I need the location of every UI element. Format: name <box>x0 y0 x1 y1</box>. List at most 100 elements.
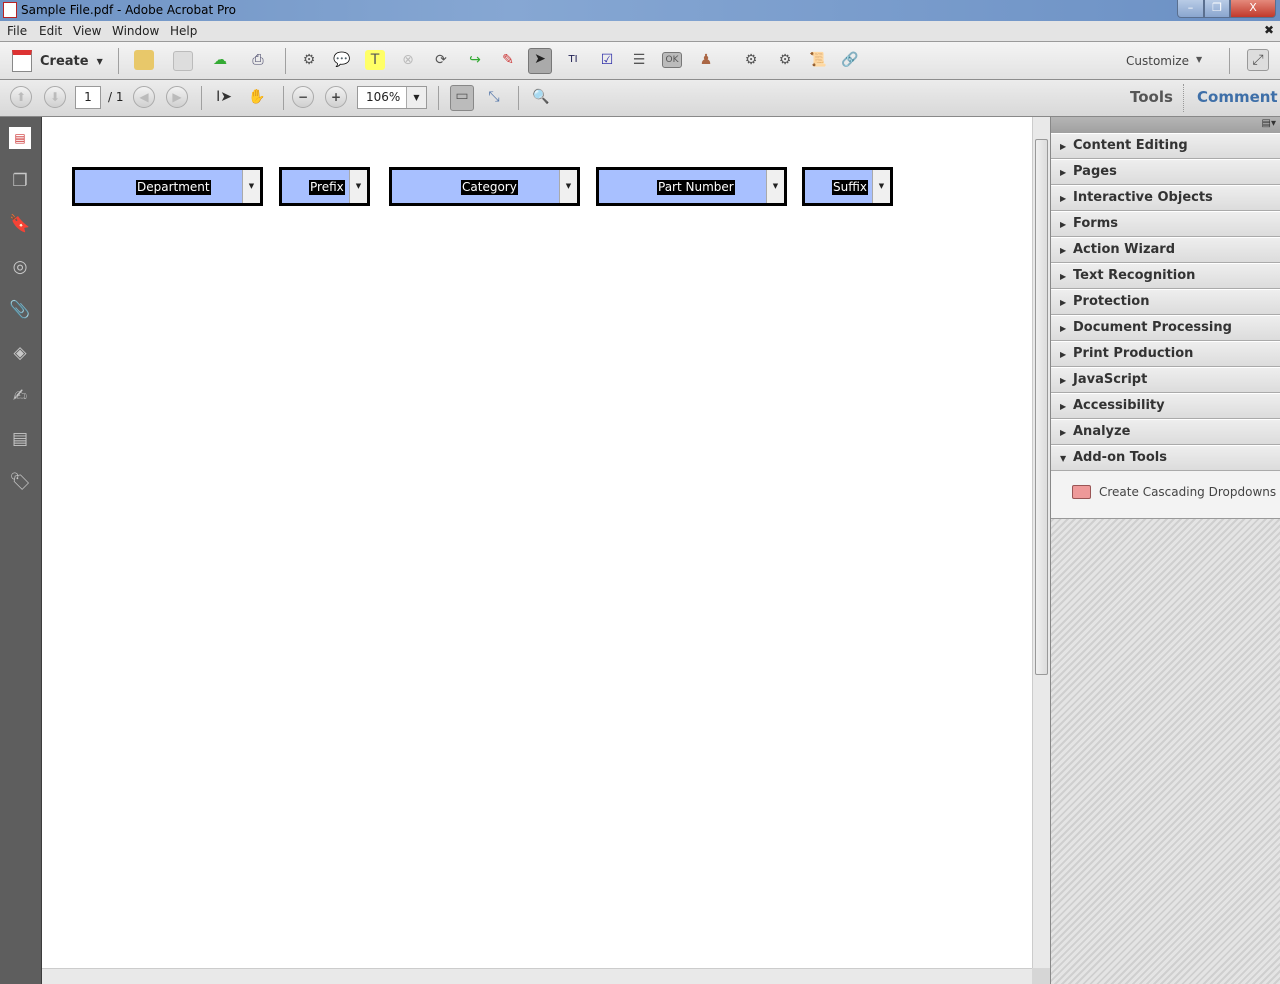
form-settings-icon[interactable]: ⚙ <box>741 50 761 70</box>
scrollbar-thumb[interactable] <box>1035 139 1048 675</box>
text-field-icon[interactable]: TI <box>563 50 583 70</box>
chevron-down-icon[interactable]: ▼ <box>872 170 890 203</box>
zoom-in-icon[interactable]: + <box>325 86 347 108</box>
dropdown-department[interactable]: Department ▼ <box>72 167 263 206</box>
hand-icon[interactable]: ✋ <box>247 87 267 107</box>
signatures-icon[interactable]: ◎ <box>9 256 31 278</box>
customize-button[interactable]: Customize <box>1126 54 1189 68</box>
chevron-down-icon[interactable]: ▼ <box>766 170 784 203</box>
edit-form-icon[interactable]: ✎ <box>498 50 518 70</box>
section-text-recognition[interactable]: ▶ Text Recognition <box>1051 263 1280 289</box>
section-analyze[interactable]: ▶ Analyze <box>1051 419 1280 445</box>
stamp-icon[interactable]: ♟ <box>696 50 716 70</box>
section-javascript[interactable]: ▶ JavaScript <box>1051 367 1280 393</box>
list-box-icon[interactable]: ☰ <box>629 50 649 70</box>
menu-window[interactable]: Window <box>112 24 159 38</box>
dropdown-category[interactable]: Category ▼ <box>389 167 580 206</box>
section-interactive-objects[interactable]: ▶ Interactive Objects <box>1051 185 1280 211</box>
link-icon[interactable]: 🔗 <box>840 50 860 70</box>
section-protection[interactable]: ▶ Protection <box>1051 289 1280 315</box>
chevron-down-icon[interactable]: ▼ <box>406 87 426 108</box>
section-label: Content Editing <box>1073 138 1188 153</box>
search-icon[interactable]: 🔍 <box>531 87 551 107</box>
vertical-scrollbar[interactable] <box>1032 117 1050 968</box>
fit-width-icon[interactable]: ▭ <box>450 85 474 111</box>
menu-help[interactable]: Help <box>170 24 197 38</box>
close-button[interactable]: X <box>1230 0 1276 18</box>
expand-icon: ▶ <box>1060 298 1067 307</box>
tab-comment[interactable]: Comment <box>1197 88 1278 106</box>
page-thumbnails-icon[interactable]: ❐ <box>9 170 31 192</box>
section-action-wizard[interactable]: ▶ Action Wizard <box>1051 237 1280 263</box>
document-settings-icon[interactable]: ⚙ <box>775 50 795 70</box>
minimize-button[interactable]: – <box>1177 0 1204 18</box>
section-pages[interactable]: ▶ Pages <box>1051 159 1280 185</box>
zoom-out-icon[interactable]: − <box>292 86 314 108</box>
menu-edit[interactable]: Edit <box>39 24 62 38</box>
bookmark-icon[interactable]: 🔖 <box>9 213 31 235</box>
section-accessibility[interactable]: ▶ Accessibility <box>1051 393 1280 419</box>
chevron-down-icon[interactable]: ▼ <box>1196 55 1202 64</box>
chevron-down-icon[interactable]: ▼ <box>349 170 367 203</box>
forward-view-icon[interactable]: ▶ <box>166 86 188 108</box>
dropdown-prefix[interactable]: Prefix ▼ <box>279 167 370 206</box>
attachment-icon[interactable]: 📎 <box>9 299 31 321</box>
gear-icon[interactable]: ⚙ <box>299 50 319 70</box>
document-page: Department ▼ Prefix ▼ Category ▼ Part Numbe… <box>42 117 1032 968</box>
navigation-pane: ▤ ❐ 🔖 ◎ 📎 ◈ ✍ ▤ 🏷 <box>0 117 42 984</box>
tool-create-cascading-dropdowns[interactable]: Create Cascading Dropdowns <box>1051 471 1280 519</box>
back-view-icon[interactable]: ◀ <box>133 86 155 108</box>
menu-view[interactable]: View <box>73 24 101 38</box>
section-label: Pages <box>1073 164 1117 179</box>
zoom-level-select[interactable]: 106% ▼ <box>357 86 427 109</box>
panel-options-icon[interactable]: ▤▾ <box>1262 118 1276 129</box>
fit-page-icon[interactable]: ⤡ <box>484 87 504 107</box>
create-button[interactable]: Create ▼ <box>12 50 103 72</box>
tools-panel: ▤▾ ▶ Content Editing ▶ Pages ▶ Interactive … <box>1050 117 1280 984</box>
checkbox-icon[interactable]: ☑ <box>597 50 617 70</box>
expand-icon: ▶ <box>1060 272 1067 281</box>
tag-icon[interactable]: 🏷 <box>9 471 31 493</box>
page-number-input[interactable]: 1 <box>75 86 101 109</box>
section-document-processing[interactable]: ▶ Document Processing <box>1051 315 1280 341</box>
horizontal-scrollbar[interactable] <box>42 968 1032 984</box>
document-icon[interactable]: ▤ <box>9 428 31 450</box>
page-total: / 1 <box>108 90 124 104</box>
print-icon[interactable]: ⎙ <box>248 50 268 70</box>
content-icon[interactable]: ✍ <box>9 385 31 407</box>
section-add-on-tools[interactable]: ▼ Add-on Tools <box>1051 445 1280 471</box>
dropdown-suffix[interactable]: Suffix ▼ <box>802 167 893 206</box>
save-icon[interactable] <box>173 51 193 71</box>
delete-page-icon[interactable]: ⊗ <box>398 50 418 70</box>
close-document-icon[interactable]: ✖ <box>1264 23 1274 37</box>
window-title: Sample File.pdf - Adobe Acrobat Pro <box>21 3 237 17</box>
restore-button[interactable]: ❐ <box>1204 0 1230 18</box>
pages-panel-icon[interactable]: ▤ <box>9 127 31 149</box>
section-content-editing[interactable]: ▶ Content Editing <box>1051 133 1280 159</box>
section-label: Interactive Objects <box>1073 190 1213 205</box>
select-object-icon[interactable]: ➤ <box>528 48 552 74</box>
next-page-icon[interactable]: ⬇ <box>44 86 66 108</box>
tab-tools[interactable]: Tools <box>1130 88 1173 106</box>
section-forms[interactable]: ▶ Forms <box>1051 211 1280 237</box>
menu-file[interactable]: File <box>7 24 27 38</box>
expand-icon: ▶ <box>1060 428 1067 437</box>
section-print-production[interactable]: ▶ Print Production <box>1051 341 1280 367</box>
dropdown-part-number[interactable]: Part Number ▼ <box>596 167 787 206</box>
text-edit-icon[interactable]: T <box>365 50 385 70</box>
script-icon[interactable]: 📜 <box>808 50 828 70</box>
extract-page-icon[interactable]: ↪ <box>465 50 485 70</box>
fullscreen-icon[interactable]: ⤢ <box>1247 49 1269 71</box>
open-icon[interactable] <box>134 50 154 70</box>
create-icon <box>12 50 32 72</box>
expand-icon: ▶ <box>1060 142 1067 151</box>
chevron-down-icon[interactable]: ▼ <box>559 170 577 203</box>
button-field-icon[interactable]: OK <box>662 52 682 68</box>
upload-cloud-icon[interactable]: ☁ <box>210 50 230 70</box>
select-text-icon[interactable]: I➤ <box>214 87 234 107</box>
layers-icon[interactable]: ◈ <box>9 342 31 364</box>
comment-icon[interactable]: 💬 <box>332 50 352 70</box>
previous-page-icon[interactable]: ⬆ <box>10 86 32 108</box>
replace-page-icon[interactable]: ⟳ <box>431 50 451 70</box>
chevron-down-icon[interactable]: ▼ <box>242 170 260 203</box>
